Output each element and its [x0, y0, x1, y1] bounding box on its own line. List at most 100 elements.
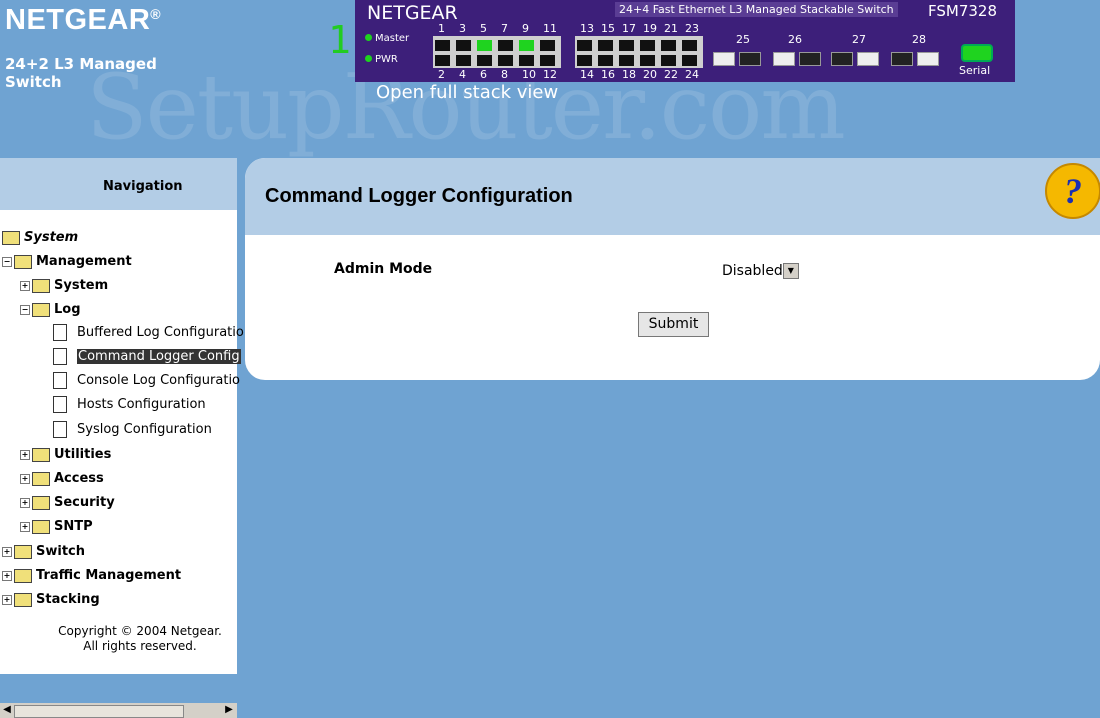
port-24[interactable]	[682, 55, 697, 66]
tree-mgmt-system[interactable]: + System	[20, 278, 108, 293]
port-13[interactable]	[577, 40, 592, 51]
port-5[interactable]	[477, 40, 492, 51]
panel-brand: NETGEAR	[367, 2, 458, 24]
port-label-16: 16	[601, 68, 615, 81]
tree-security[interactable]: + Security	[20, 495, 115, 510]
tree-command-logger[interactable]: Command Logger Config	[53, 348, 241, 365]
port-21[interactable]	[661, 40, 676, 51]
folder-icon	[14, 568, 32, 583]
folder-icon	[32, 519, 50, 534]
sfp-port-27a[interactable]	[831, 52, 853, 66]
port-18[interactable]	[619, 55, 634, 66]
port-12[interactable]	[540, 55, 555, 66]
unit-number: 1	[328, 18, 351, 62]
page-title: Command Logger Configuration	[265, 185, 573, 207]
sfp-port-25b[interactable]	[739, 52, 761, 66]
tree-log[interactable]: − Log	[20, 302, 81, 317]
tree-sntp[interactable]: + SNTP	[20, 519, 93, 534]
tree-hosts[interactable]: Hosts Configuration	[53, 396, 206, 413]
scroll-left-icon[interactable]: ◀	[1, 704, 13, 716]
tree-system[interactable]: System	[2, 230, 78, 245]
copyright: Copyright © 2004 Netgear. All rights rese…	[58, 624, 222, 653]
tree-syslog[interactable]: Syslog Configuration	[53, 421, 212, 438]
port-label-2: 2	[438, 68, 445, 81]
port-17[interactable]	[619, 40, 634, 51]
port-6[interactable]	[477, 55, 492, 66]
tree-access[interactable]: + Access	[20, 471, 104, 486]
plus-icon[interactable]: +	[2, 570, 12, 581]
document-icon	[53, 396, 67, 413]
minus-icon[interactable]: −	[2, 256, 12, 267]
port-label-18: 18	[622, 68, 636, 81]
port-label-23: 23	[685, 22, 699, 35]
port-3[interactable]	[456, 40, 471, 51]
switch-front-panel[interactable]: NETGEAR 24+4 Fast Ethernet L3 Managed St…	[355, 0, 1015, 82]
plus-icon[interactable]: +	[20, 449, 30, 460]
open-full-stack-link[interactable]: Open full stack view	[376, 82, 558, 103]
plus-icon[interactable]: +	[20, 473, 30, 484]
admin-mode-label: Admin Mode	[334, 261, 433, 277]
port-14[interactable]	[577, 55, 592, 66]
port-label-22: 22	[664, 68, 678, 81]
horizontal-scrollbar[interactable]: ◀ ▶	[0, 703, 237, 718]
port-label-13: 13	[580, 22, 594, 35]
help-icon[interactable]: ?	[1045, 163, 1100, 219]
port-2[interactable]	[435, 55, 450, 66]
tree-management[interactable]: − Management	[2, 254, 132, 269]
port-9[interactable]	[519, 40, 534, 51]
sfp-port-26b[interactable]	[799, 52, 821, 66]
port-8[interactable]	[498, 55, 513, 66]
scroll-thumb[interactable]	[14, 705, 184, 718]
plus-icon[interactable]: +	[2, 594, 12, 605]
port-label-9: 9	[522, 22, 529, 35]
port-label-14: 14	[580, 68, 594, 81]
port-19[interactable]	[640, 40, 655, 51]
uplink-label-26: 26	[788, 33, 802, 46]
serial-port-icon[interactable]	[961, 44, 993, 62]
plus-icon[interactable]: +	[20, 497, 30, 508]
master-led: Master	[365, 33, 409, 44]
port-label-1: 1	[438, 22, 445, 35]
dropdown-arrow-icon[interactable]: ▼	[782, 263, 799, 279]
tree-utilities[interactable]: + Utilities	[20, 447, 111, 462]
pwr-led: PWR	[365, 54, 398, 65]
port-20[interactable]	[640, 55, 655, 66]
port-16[interactable]	[598, 55, 613, 66]
pwr-led-icon	[365, 55, 372, 62]
port-label-19: 19	[643, 22, 657, 35]
port-15[interactable]	[598, 40, 613, 51]
port-label-12: 12	[543, 68, 557, 81]
port-4[interactable]	[456, 55, 471, 66]
submit-button[interactable]: Submit	[638, 312, 709, 337]
sfp-port-28b[interactable]	[917, 52, 939, 66]
sfp-port-27b[interactable]	[857, 52, 879, 66]
plus-icon[interactable]: +	[2, 546, 12, 557]
port-label-4: 4	[459, 68, 466, 81]
admin-mode-select[interactable]: Disabled ▼	[722, 263, 799, 279]
tree-stacking[interactable]: + Stacking	[2, 592, 100, 607]
tree-traffic-management[interactable]: + Traffic Management	[2, 568, 181, 583]
tree-switch[interactable]: + Switch	[2, 544, 85, 559]
port-1[interactable]	[435, 40, 450, 51]
sfp-port-25a[interactable]	[713, 52, 735, 66]
port-11[interactable]	[540, 40, 555, 51]
panel-description: 24+4 Fast Ethernet L3 Managed Stackable …	[615, 2, 898, 17]
port-7[interactable]	[498, 40, 513, 51]
minus-icon[interactable]: −	[20, 304, 30, 315]
folder-icon	[14, 592, 32, 607]
scroll-right-icon[interactable]: ▶	[223, 704, 235, 716]
document-icon	[53, 421, 67, 438]
port-10[interactable]	[519, 55, 534, 66]
uplink-label-25: 25	[736, 33, 750, 46]
port-23[interactable]	[682, 40, 697, 51]
tree-buffered-log[interactable]: Buffered Log Configuratio	[53, 324, 244, 341]
plus-icon[interactable]: +	[20, 521, 30, 532]
sfp-port-26a[interactable]	[773, 52, 795, 66]
plus-icon[interactable]: +	[20, 280, 30, 291]
folder-icon	[32, 471, 50, 486]
port-22[interactable]	[661, 55, 676, 66]
master-led-icon	[365, 34, 372, 41]
port-label-20: 20	[643, 68, 657, 81]
sfp-port-28a[interactable]	[891, 52, 913, 66]
tree-console-log[interactable]: Console Log Configuratio	[53, 372, 240, 389]
